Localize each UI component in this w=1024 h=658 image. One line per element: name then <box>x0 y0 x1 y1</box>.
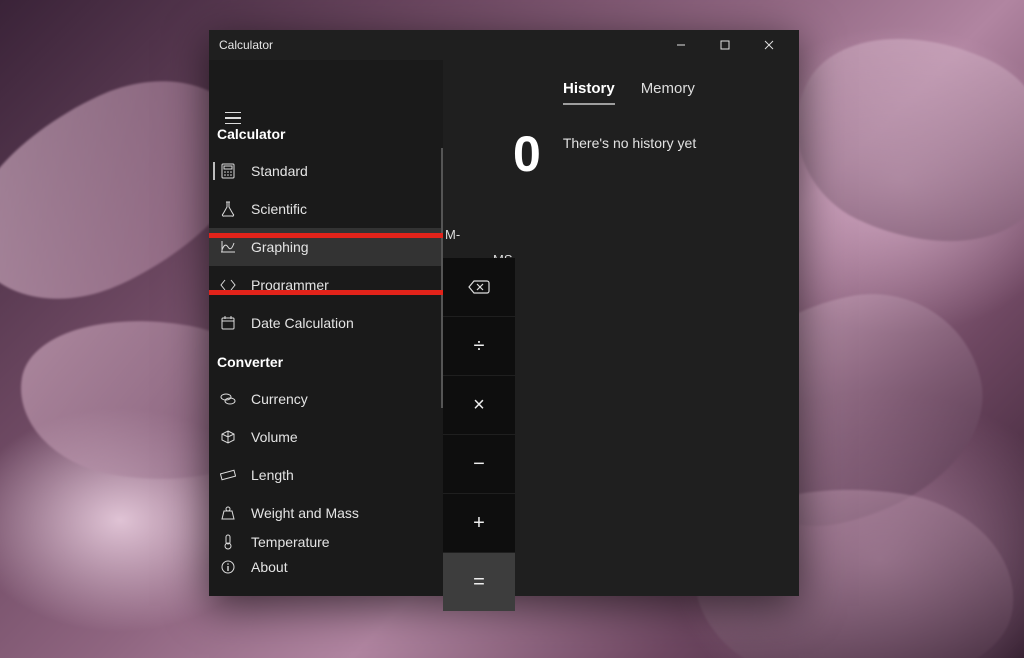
calendar-icon <box>219 316 237 330</box>
nav-item-label: About <box>251 559 288 575</box>
title-bar[interactable]: Calculator <box>209 30 799 60</box>
window-title: Calculator <box>219 38 273 52</box>
tab-memory[interactable]: Memory <box>641 80 695 105</box>
close-button[interactable] <box>747 30 791 60</box>
ruler-icon <box>219 469 237 481</box>
multiply-button[interactable]: × <box>443 376 515 434</box>
nav-item-programmer[interactable]: Programmer <box>209 266 443 304</box>
minimize-button[interactable] <box>659 30 703 60</box>
plus-button[interactable]: + <box>443 494 515 552</box>
navigation-panel: Calculator Standard Scientific <box>209 60 443 596</box>
nav-item-label: Currency <box>251 391 308 407</box>
nav-item-label: Graphing <box>251 239 309 255</box>
calculator-display: 0 <box>513 129 541 179</box>
operator-column: ÷ × − + = <box>443 258 515 611</box>
calculator-window: Calculator Calculator Standard <box>209 30 799 596</box>
currency-icon <box>219 392 237 406</box>
memory-m-minus[interactable]: M- <box>443 220 460 248</box>
nav-item-weight[interactable]: Weight and Mass <box>209 494 443 532</box>
nav-item-length[interactable]: Length <box>209 456 443 494</box>
nav-item-label: Scientific <box>251 201 307 217</box>
nav-item-label: Programmer <box>251 277 329 293</box>
backspace-icon <box>468 280 490 294</box>
angle-brackets-icon <box>219 279 237 291</box>
calculator-icon <box>219 163 237 179</box>
nav-item-label: Volume <box>251 429 298 445</box>
nav-item-label: Weight and Mass <box>251 505 359 521</box>
nav-section-converter: Converter <box>209 342 443 380</box>
divide-button[interactable]: ÷ <box>443 317 515 375</box>
nav-item-label: Length <box>251 467 294 483</box>
info-icon <box>219 560 237 574</box>
flask-icon <box>219 201 237 217</box>
history-empty-message: There's no history yet <box>563 129 696 151</box>
backspace-button[interactable] <box>443 258 515 316</box>
nav-item-label: Standard <box>251 163 308 179</box>
nav-item-standard[interactable]: Standard <box>209 152 443 190</box>
nav-item-currency[interactable]: Currency <box>209 380 443 418</box>
nav-item-label: Date Calculation <box>251 315 354 331</box>
nav-item-scientific[interactable]: Scientific <box>209 190 443 228</box>
nav-item-date-calculation[interactable]: Date Calculation <box>209 304 443 342</box>
nav-item-graphing[interactable]: Graphing <box>209 228 443 266</box>
tab-history[interactable]: History <box>563 80 615 105</box>
nav-item-volume[interactable]: Volume <box>209 418 443 456</box>
cube-icon <box>219 430 237 444</box>
hamburger-menu-button[interactable] <box>219 104 247 132</box>
nav-scrollbar[interactable] <box>441 148 443 408</box>
nav-item-about[interactable]: About <box>209 548 443 586</box>
maximize-button[interactable] <box>703 30 747 60</box>
weight-icon <box>219 506 237 520</box>
equals-button[interactable]: = <box>443 553 515 611</box>
graph-icon <box>219 240 237 254</box>
minus-button[interactable]: − <box>443 435 515 493</box>
